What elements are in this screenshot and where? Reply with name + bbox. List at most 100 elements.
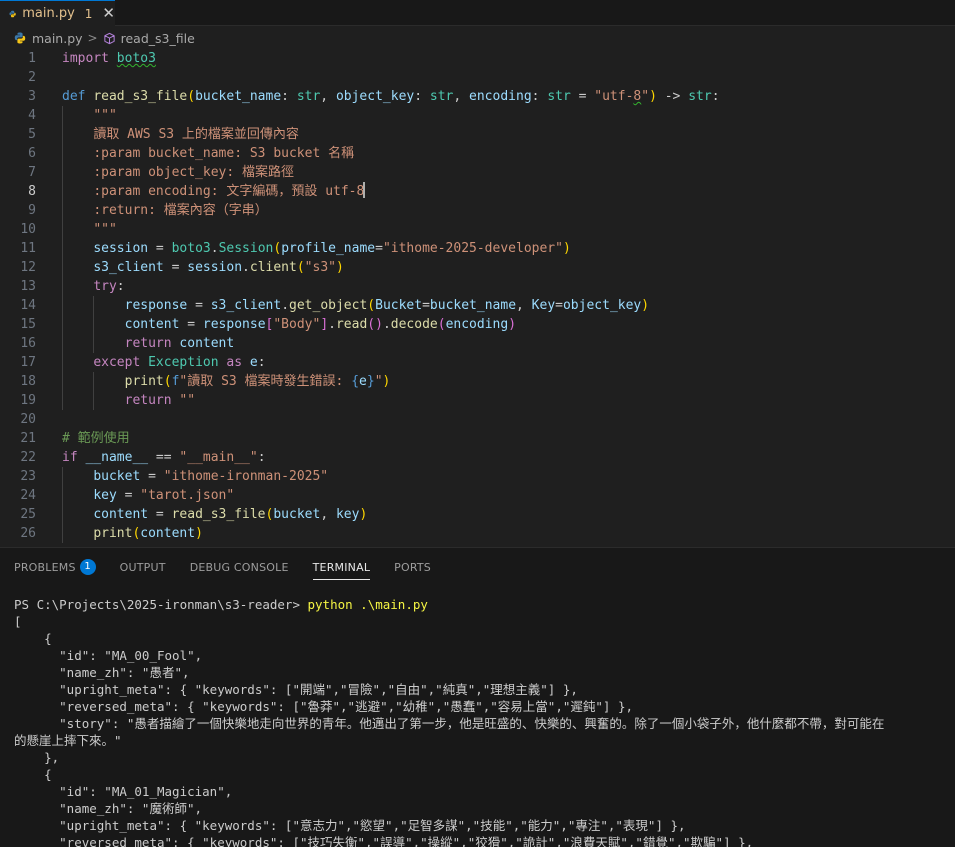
close-icon[interactable]: ✕ <box>102 6 115 21</box>
code-line[interactable]: 17 except Exception as e: <box>0 353 955 372</box>
code-token: , <box>320 507 336 522</box>
code-line[interactable]: 10 """ <box>0 220 955 239</box>
code-token: client <box>249 260 297 275</box>
code-token: = <box>179 317 203 332</box>
code-token: = <box>163 260 188 275</box>
code-line[interactable]: 15 content = response["Body"].read().dec… <box>0 315 955 334</box>
code-token: = <box>375 241 383 256</box>
tab-debug-console[interactable]: DEBUG CONSOLE <box>190 548 289 586</box>
terminal-output[interactable]: PS C:\Projects\2025-ironman\s3-reader> p… <box>14 596 955 847</box>
code-token: ) <box>562 241 571 256</box>
code-line[interactable]: 18 print(f"讀取 S3 檔案時發生錯誤: {e}") <box>0 372 955 391</box>
line-number: 2 <box>28 70 36 85</box>
terminal-line: }, <box>14 750 60 765</box>
code-token: " <box>374 374 383 389</box>
line-number: 14 <box>20 298 36 313</box>
code-line[interactable]: 2 <box>0 68 955 87</box>
code-token: , <box>516 298 532 313</box>
code-text: """ <box>62 106 116 125</box>
code-text: :param object_key: 檔案路徑 <box>62 163 294 182</box>
terminal-line: [ <box>14 614 22 629</box>
code-line[interactable]: 11 session = boto3.Session(profile_name=… <box>0 239 955 258</box>
code-token: decode <box>390 317 438 332</box>
code-token: profile_name <box>281 241 376 256</box>
code-line[interactable]: 25 content = read_s3_file(bucket, key) <box>0 505 955 524</box>
code-token: key <box>335 507 360 522</box>
code-token: = <box>555 298 563 313</box>
code-line[interactable]: 12 s3_client = session.client("s3") <box>0 258 955 277</box>
code-token: ) <box>649 89 657 104</box>
breadcrumb-symbol[interactable]: read_s3_file <box>121 31 195 46</box>
code-token: content <box>140 526 196 541</box>
code-token: if <box>62 450 78 465</box>
code-token: : <box>257 355 266 370</box>
code-token: "ithome-2025-developer" <box>382 241 563 256</box>
line-number: 1 <box>28 51 36 66</box>
code-token: read <box>335 317 368 332</box>
code-text: import boto3 <box>62 49 156 68</box>
code-line[interactable]: 22 if __name__ == "__main__": <box>0 448 955 467</box>
method-cube-icon <box>103 32 115 44</box>
code-line[interactable]: 21 # 範例使用 <box>0 429 955 448</box>
code-line[interactable]: 16 return content <box>0 334 955 353</box>
code-line[interactable]: 9 :return: 檔案內容（字串） <box>0 201 955 220</box>
code-text: key = "tarot.json" <box>62 486 234 505</box>
terminal-prompt: PS C:\Projects\2025-ironman\s3-reader> <box>14 597 308 612</box>
code-line[interactable]: 26 print(content) <box>0 524 955 543</box>
code-token: :return: 檔案內容（字串） <box>93 203 268 218</box>
line-number: 15 <box>20 317 36 332</box>
breadcrumb-file[interactable]: main.py <box>32 31 83 46</box>
code-line[interactable]: 23 bucket = "ithome-ironman-2025" <box>0 467 955 486</box>
code-token: == <box>148 450 180 465</box>
code-line[interactable]: 20 <box>0 410 955 429</box>
code-token: . <box>210 241 219 256</box>
code-line[interactable]: 14 response = s3_client.get_object(Bucke… <box>0 296 955 315</box>
indent-guide <box>93 372 94 410</box>
code-line[interactable]: 1 import boto3 <box>0 49 955 68</box>
code-line[interactable]: 13 try: <box>0 277 955 296</box>
code-line[interactable]: 7 :param object_key: 檔案路徑 <box>0 163 955 182</box>
problems-count-badge: 1 <box>79 559 96 575</box>
code-text: :param encoding: 文字編碼，預設 utf-8 <box>62 182 366 201</box>
code-token: print <box>93 526 133 541</box>
tab-problems[interactable]: PROBLEMS 1 <box>14 548 96 586</box>
code-text: # 範例使用 <box>62 429 130 448</box>
tab-main-py[interactable]: main.py 1 ✕ <box>0 0 115 26</box>
code-editor[interactable]: 1 import boto3 2 3 def read_s3_file(bucket_n… <box>0 48 955 546</box>
code-line[interactable]: 8 :param encoding: 文字編碼，預設 utf-8 <box>0 182 955 201</box>
code-line[interactable]: 6 :param bucket_name: S3 bucket 名稱 <box>0 144 955 163</box>
tab-ports[interactable]: PORTS <box>394 548 431 586</box>
line-number: 11 <box>20 241 36 256</box>
code-line[interactable]: 19 return "" <box>0 391 955 410</box>
code-token: def <box>62 89 86 104</box>
terminal-line: "name_zh": "魔術師", <box>14 801 203 816</box>
code-token: bucket <box>93 469 141 484</box>
terminal-line: { <box>14 767 52 782</box>
code-text: except Exception as e: <box>62 353 266 372</box>
code-token: return <box>124 336 172 351</box>
code-line[interactable]: 4 """ <box>0 106 955 125</box>
tab-output[interactable]: OUTPUT <box>120 548 166 586</box>
terminal-line: "reversed_meta": { "keywords": ["魯莽","逃避… <box>14 699 634 714</box>
code-line[interactable]: 5 讀取 AWS S3 上的檔案並回傳內容 <box>0 125 955 144</box>
tab-terminal[interactable]: TERMINAL <box>312 548 371 586</box>
code-line[interactable]: 24 key = "tarot.json" <box>0 486 955 505</box>
code-token: , <box>320 89 336 104</box>
code-token: ) <box>359 507 368 522</box>
code-token: = <box>570 89 595 104</box>
line-number: 24 <box>20 488 36 503</box>
code-token: as <box>226 355 243 370</box>
code-token: session <box>93 241 149 256</box>
code-line[interactable]: 3 def read_s3_file(bucket_name: str, obje… <box>0 87 955 106</box>
code-token: :param encoding: 文字編碼，預設 utf-8 <box>93 184 365 199</box>
code-token: :param object_key: 檔案路徑 <box>93 165 295 180</box>
code-text: return content <box>62 334 235 353</box>
code-token: session <box>187 260 243 275</box>
